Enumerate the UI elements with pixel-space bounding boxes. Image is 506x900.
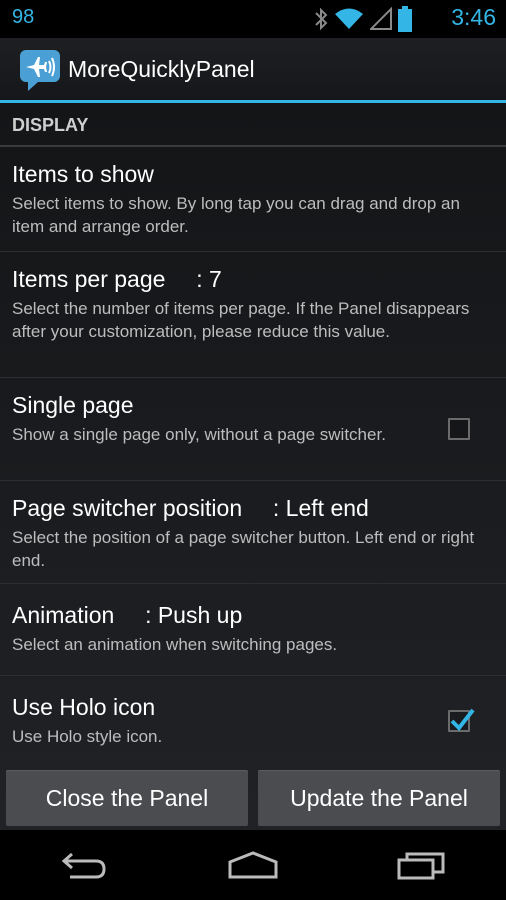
pref-items-to-show[interactable]: Items to show Select items to show. By l… xyxy=(0,147,506,252)
status-icons xyxy=(314,6,412,37)
pref-value: : 7 xyxy=(196,266,222,292)
home-icon[interactable] xyxy=(213,840,293,890)
recents-icon[interactable] xyxy=(382,840,462,890)
signal-icon xyxy=(368,6,392,36)
battery-icon xyxy=(398,6,412,37)
wifi-icon xyxy=(334,7,364,36)
pref-summary: Use Holo style icon. xyxy=(12,727,163,746)
pref-value: : Push up xyxy=(145,602,243,628)
pref-summary: Select items to show. By long tap you ca… xyxy=(12,194,460,236)
pref-items-per-page[interactable]: Items per page : 7 Select the number of … xyxy=(0,252,506,378)
button-bar: Close the Panel Update the Panel xyxy=(0,766,506,830)
notification-count: 98 xyxy=(12,6,35,28)
settings-list: DISPLAY Items to show Select items to sh… xyxy=(0,103,506,830)
app-logo-icon[interactable] xyxy=(18,48,62,92)
pref-title: Items per page xyxy=(12,266,166,292)
pref-title: Use Holo icon xyxy=(12,694,156,720)
pref-title-row: Page switcher position : Left end xyxy=(12,495,494,522)
pref-single-page[interactable]: Single page Show a single page only, wit… xyxy=(0,378,506,481)
pref-summary: Select the number of items per page. If … xyxy=(12,299,470,341)
app-title: MoreQuicklyPanel xyxy=(68,56,255,82)
pref-title: Page switcher position xyxy=(12,495,243,521)
pref-title-row: Animation : Push up xyxy=(12,602,494,629)
pref-value: : Left end xyxy=(272,495,369,521)
pref-summary: Select the position of a page switcher b… xyxy=(12,528,475,570)
update-panel-button[interactable]: Update the Panel xyxy=(258,770,500,826)
pref-summary: Select an animation when switching pages… xyxy=(12,635,338,654)
close-panel-button[interactable]: Close the Panel xyxy=(6,770,248,826)
pref-title: Animation xyxy=(12,602,115,628)
clock: 3:46 xyxy=(451,4,496,30)
use-holo-icon-checkbox[interactable] xyxy=(448,708,475,732)
pref-title: Single page xyxy=(12,392,134,418)
pref-title-row: Items per page : 7 xyxy=(12,266,494,293)
back-icon[interactable] xyxy=(44,840,124,890)
checkmark-icon xyxy=(450,708,475,732)
section-header-display: DISPLAY xyxy=(0,103,506,147)
bluetooth-icon xyxy=(314,7,328,36)
pref-use-holo-icon[interactable]: Use Holo icon Use Holo style icon. xyxy=(0,676,506,768)
pref-animation[interactable]: Animation : Push up Select an animation … xyxy=(0,584,506,676)
pref-summary: Show a single page only, without a page … xyxy=(12,425,386,444)
navigation-bar xyxy=(0,830,506,900)
pref-page-switcher-position[interactable]: Page switcher position : Left end Select… xyxy=(0,481,506,584)
single-page-checkbox[interactable] xyxy=(448,418,470,440)
status-bar: 98 3:46 xyxy=(0,0,506,38)
pref-title: Items to show xyxy=(12,161,154,187)
action-bar: MoreQuicklyPanel xyxy=(0,38,506,103)
